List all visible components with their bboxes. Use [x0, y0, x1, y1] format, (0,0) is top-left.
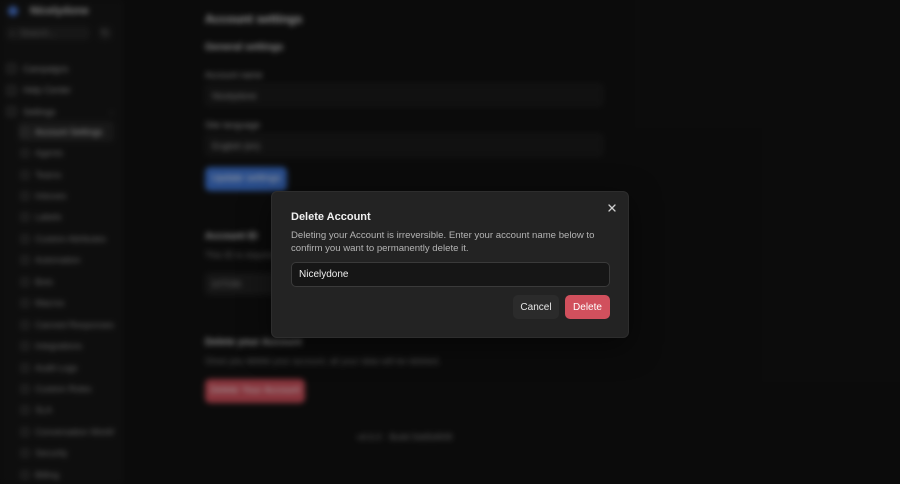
cancel-button[interactable]: Cancel: [513, 295, 559, 319]
delete-account-dialog: Delete Account Deleting your Account is …: [271, 191, 629, 338]
close-icon[interactable]: [606, 202, 618, 214]
delete-button[interactable]: Delete: [565, 295, 610, 319]
dialog-title: Delete Account: [291, 211, 371, 223]
dialog-description: Deleting your Account is irreversible. E…: [291, 230, 595, 254]
account-name-confirm-input[interactable]: [291, 262, 610, 287]
